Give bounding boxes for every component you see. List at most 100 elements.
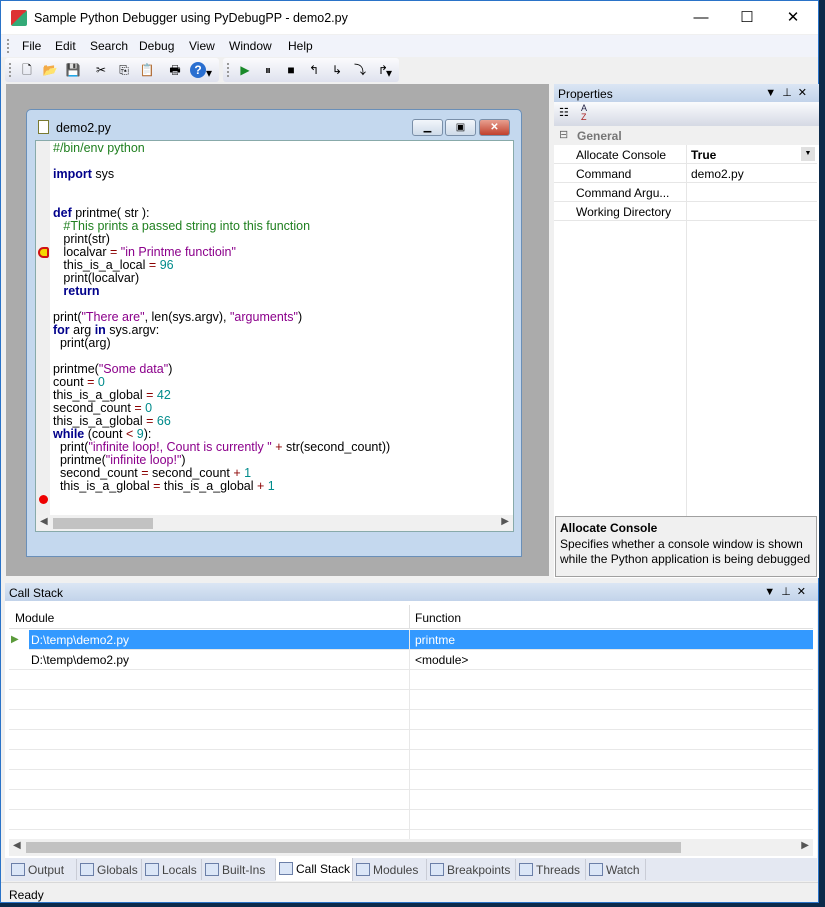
alphabetical-sort-icon[interactable]: AZ [581, 104, 587, 122]
pin-icon[interactable]: ⊥ [782, 87, 798, 99]
overflow-chevron-icon[interactable]: ▾ [201, 65, 217, 81]
code-token: ) [168, 362, 173, 376]
pause-icon[interactable]: ⏸ [260, 62, 276, 78]
pin-icon[interactable]: ⊥ [781, 586, 797, 598]
open-folder-icon[interactable]: 📂 [42, 62, 58, 78]
toolbar-grip[interactable] [227, 63, 230, 77]
toolbar-grip[interactable] [9, 63, 12, 77]
property-allocate-console[interactable]: Allocate Console True ▼ [554, 145, 817, 164]
dropdown-icon[interactable]: ▼ [764, 586, 781, 598]
save-icon[interactable]: 💾 [65, 62, 81, 78]
breakpoints-icon [430, 863, 444, 876]
scroll-left-icon[interactable]: ◀ [40, 516, 48, 527]
close-icon[interactable]: ✕ [797, 586, 812, 598]
table-row[interactable]: D:\temp\demo2.py printme [29, 630, 813, 650]
tab-modules[interactable]: Modules [353, 859, 427, 880]
current-frame-arrow-icon: ▶ [11, 634, 19, 645]
code-token: arg [69, 323, 95, 337]
callstack-header: Call Stack ▼⊥✕ [5, 583, 818, 601]
menu-view[interactable]: View [189, 39, 215, 53]
scroll-left-icon[interactable]: ◀ [13, 840, 21, 851]
tab-label: Output [28, 863, 65, 877]
menu-help[interactable]: Help [288, 39, 313, 53]
table-row[interactable]: D:\temp\demo2.py <module> [9, 650, 813, 670]
module-cell: D:\temp\demo2.py [31, 653, 130, 667]
property-value[interactable]: demo2.py [691, 167, 744, 181]
code-token: 0 [145, 401, 153, 415]
collapse-icon[interactable]: ⊟ [559, 128, 568, 141]
step-into-icon[interactable]: ↳ [329, 62, 345, 78]
property-working-directory[interactable]: Working Directory [554, 202, 817, 221]
tab-breakpoints[interactable]: Breakpoints [427, 859, 516, 880]
code-token: this_is_a_global [53, 414, 147, 428]
code-line: return [53, 285, 390, 298]
tab-built-ins[interactable]: Built-Ins [202, 859, 276, 880]
paste-icon[interactable]: 📋 [139, 62, 155, 78]
code-token: + [275, 440, 283, 454]
copy-icon[interactable]: ⎘ [116, 62, 132, 78]
menu-search[interactable]: Search [90, 39, 128, 53]
properties-toolbar: ☷ AZ [554, 102, 819, 126]
close-button[interactable]: ✕ [770, 1, 816, 34]
run-icon[interactable]: ▶ [237, 62, 253, 78]
code-token: 42 [156, 388, 171, 402]
close-icon[interactable]: ✕ [798, 87, 813, 99]
empty-row [9, 710, 813, 730]
restart-icon[interactable]: ↰ [306, 62, 322, 78]
new-file-icon[interactable]: 🗋 [19, 62, 35, 78]
doc-close-button[interactable]: ✕ [479, 119, 510, 136]
print-icon[interactable]: 🖶 [167, 62, 183, 78]
tab-threads[interactable]: Threads [516, 859, 586, 880]
doc-restore-button[interactable]: ▣ [445, 119, 476, 136]
property-command-arguments[interactable]: Command Argu... [554, 183, 817, 202]
cut-icon[interactable]: ✂ [93, 62, 109, 78]
editor-horizontal-scrollbar[interactable]: ◀ ▶ [36, 515, 513, 531]
overflow-chevron-icon[interactable]: ▾ [381, 65, 397, 81]
tab-globals[interactable]: Globals [77, 859, 142, 880]
step-over-icon[interactable]: ⤵ [352, 62, 368, 78]
menu-edit[interactable]: Edit [55, 39, 76, 53]
tab-call-stack[interactable]: Call Stack [276, 858, 353, 881]
categorized-icon[interactable]: ☷ [559, 106, 569, 119]
doc-minimize-button[interactable]: ▁ [412, 119, 443, 136]
category-general[interactable]: ⊟ General [554, 126, 819, 145]
menu-window[interactable]: Window [229, 39, 272, 53]
column-function[interactable]: Function [415, 611, 461, 625]
debug-toolbar: ▶ ⏸ ■ ↰ ↳ ⤵ ↱ ▾ [223, 58, 399, 82]
breakpoint-icon[interactable] [39, 495, 48, 504]
column-module[interactable]: Module [15, 611, 54, 625]
stop-icon[interactable]: ■ [283, 62, 299, 78]
mdi-area: demo2.py ▁ ▣ ✕ #/bin/env python import sy… [6, 84, 549, 576]
callstack-horizontal-scrollbar[interactable]: ◀ ▶ [9, 839, 813, 856]
tab-label: Threads [536, 863, 581, 877]
scroll-thumb[interactable] [26, 842, 681, 853]
tab-output[interactable]: Output [8, 859, 77, 880]
tab-label: Locals [162, 863, 197, 877]
tab-watch[interactable]: Watch [586, 859, 646, 880]
code-token: this_is_a_global [160, 479, 257, 493]
maximize-button[interactable]: ☐ [724, 1, 770, 34]
module-cell: D:\temp\demo2.py [31, 633, 130, 647]
scroll-right-icon[interactable]: ▶ [801, 840, 809, 851]
menu-file[interactable]: File [22, 39, 41, 53]
tab-locals[interactable]: Locals [142, 859, 202, 880]
menu-debug[interactable]: Debug [139, 39, 174, 53]
empty-row [9, 790, 813, 810]
gutter[interactable] [36, 141, 50, 531]
scroll-thumb[interactable] [53, 518, 153, 529]
property-command[interactable]: Command demo2.py [554, 164, 817, 183]
minimize-button[interactable]: — [678, 1, 724, 34]
dropdown-icon[interactable]: ▼ [765, 87, 782, 99]
dropdown-arrow-icon[interactable]: ▼ [801, 147, 815, 161]
code-token: 1 [244, 466, 252, 480]
code-token: 66 [156, 414, 171, 428]
tab-label: Globals [97, 863, 138, 877]
code-editor[interactable]: #/bin/env python import sys def printme( s… [35, 140, 514, 532]
code-token: "arguments" [230, 310, 298, 324]
properties-panel: Properties ▼⊥✕ ☷ AZ ⊟ General Allocate C… [554, 84, 819, 578]
code-token: import [53, 167, 92, 181]
code-token: = [134, 401, 142, 415]
globals-icon [80, 863, 94, 876]
property-value[interactable]: True [691, 148, 716, 162]
scroll-right-icon[interactable]: ▶ [501, 516, 509, 527]
